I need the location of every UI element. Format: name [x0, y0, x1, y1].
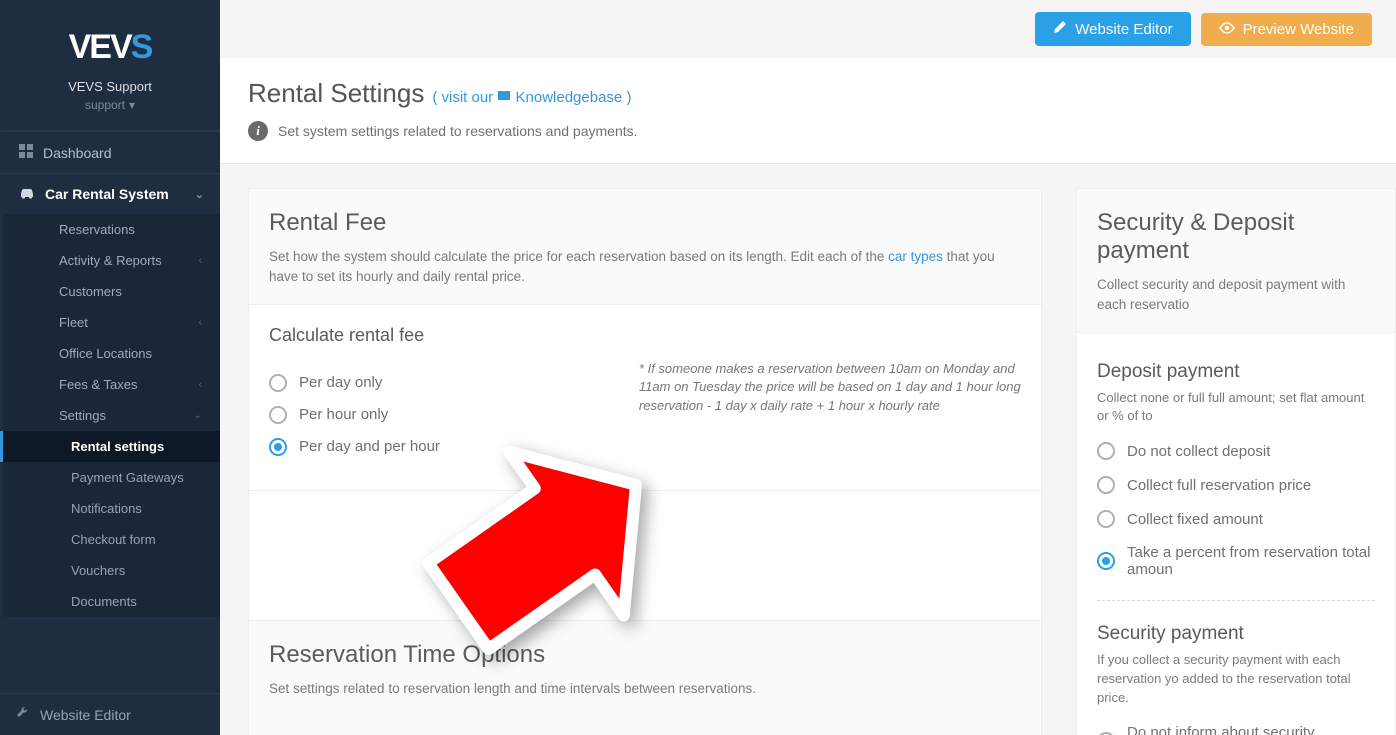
- main-nav: Dashboard Car Rental System ⌄ Reservatio…: [0, 131, 220, 617]
- nav-notifications[interactable]: Notifications: [3, 493, 220, 524]
- chevron-down-icon: ⌄: [194, 410, 202, 421]
- nav-vouchers[interactable]: Vouchers: [3, 555, 220, 586]
- knowledgebase-link[interactable]: Knowledgebase: [516, 89, 627, 106]
- nav-website-editor[interactable]: Website Editor: [0, 694, 220, 735]
- nav-rental-settings[interactable]: Rental settings: [3, 431, 220, 462]
- radio-icon: [269, 438, 287, 456]
- radio-icon: [269, 374, 287, 392]
- radio-per-hour[interactable]: Per hour only: [269, 406, 615, 424]
- security-payment-title: Security payment: [1097, 623, 1375, 645]
- security-heading: Security & Deposit payment: [1097, 209, 1375, 265]
- nav-fees[interactable]: Fees & Taxes‹: [3, 369, 220, 400]
- radio-deposit-fixed[interactable]: Collect fixed amount: [1097, 510, 1375, 528]
- nav-activity[interactable]: Activity & Reports‹: [3, 245, 220, 276]
- radio-deposit-full[interactable]: Collect full reservation price: [1097, 476, 1375, 494]
- nav-dashboard[interactable]: Dashboard: [3, 132, 220, 173]
- security-desc: Collect security and deposit payment wit…: [1097, 275, 1375, 316]
- website-editor-button[interactable]: Website Editor: [1035, 12, 1190, 46]
- radio-per-day-hour[interactable]: Per day and per hour: [269, 438, 615, 456]
- rental-fee-heading: Rental Fee: [269, 209, 1021, 237]
- chevron-down-icon: ⌄: [195, 188, 204, 201]
- book-icon: [497, 89, 515, 106]
- security-payment-desc: If you collect a security payment with e…: [1097, 651, 1375, 708]
- radio-deposit-none[interactable]: Do not collect deposit: [1097, 442, 1375, 460]
- caret-down-icon: ▾: [129, 98, 135, 112]
- deposit-title: Deposit payment: [1097, 361, 1375, 383]
- wrench-icon: [16, 706, 30, 723]
- rental-fee-panel: Rental Fee Set how the system should cal…: [248, 188, 1042, 735]
- security-deposit-panel: Security & Deposit payment Collect secur…: [1076, 188, 1396, 735]
- radio-icon: [269, 406, 287, 424]
- visit-knowledgebase: ( visit our Knowledgebase ): [432, 89, 631, 106]
- time-options-heading: Reservation Time Options: [269, 641, 1021, 669]
- eye-icon: [1219, 21, 1235, 38]
- car-types-link[interactable]: car types: [888, 249, 943, 264]
- page-header: Rental Settings ( visit our Knowledgebas…: [220, 58, 1396, 164]
- nav-office[interactable]: Office Locations: [3, 338, 220, 369]
- radio-security-none[interactable]: Do not inform about security payment: [1097, 724, 1375, 735]
- nav-documents[interactable]: Documents: [3, 586, 220, 617]
- nav-reservations[interactable]: Reservations: [3, 214, 220, 245]
- sidebar: VEVS VEVS Support support ▾ Dashboard Ca…: [0, 0, 220, 735]
- radio-icon: [1097, 552, 1115, 570]
- chevron-left-icon: ‹: [199, 255, 202, 266]
- preview-website-button[interactable]: Preview Website: [1201, 13, 1372, 46]
- pencil-icon: [1053, 20, 1067, 38]
- nav-car-rental-system[interactable]: Car Rental System ⌄: [3, 174, 220, 214]
- deposit-desc: Collect none or full full amount; set fl…: [1097, 389, 1375, 427]
- fee-hint: * If someone makes a reservation between…: [639, 360, 1021, 417]
- nav-checkout[interactable]: Checkout form: [3, 524, 220, 555]
- nav-payment-gateways[interactable]: Payment Gateways: [3, 462, 220, 493]
- time-options-desc: Set settings related to reservation leng…: [269, 679, 1021, 699]
- chevron-left-icon: ‹: [199, 317, 202, 328]
- page-subtitle: Set system settings related to reservati…: [278, 123, 638, 139]
- rental-fee-desc: Set how the system should calculate the …: [269, 247, 1021, 288]
- user-name: VEVS Support: [0, 79, 220, 94]
- user-block: VEVS Support support ▾: [0, 79, 220, 131]
- radio-icon: [1097, 510, 1115, 528]
- nav-customers[interactable]: Customers: [3, 276, 220, 307]
- user-role-dropdown[interactable]: support ▾: [85, 98, 135, 112]
- radio-icon: [1097, 476, 1115, 494]
- sidebar-bottom: Website Editor: [0, 693, 220, 735]
- brand-logo: VEVS: [0, 0, 220, 79]
- info-icon: i: [248, 121, 268, 141]
- radio-per-day[interactable]: Per day only: [269, 374, 615, 392]
- radio-icon: [1097, 442, 1115, 460]
- nav-fleet[interactable]: Fleet‹: [3, 307, 220, 338]
- divider: [1097, 600, 1375, 601]
- nav-settings[interactable]: Settings⌄: [3, 400, 220, 431]
- calculate-fee-title: Calculate rental fee: [269, 325, 1021, 346]
- car-icon: [19, 186, 35, 202]
- page-title: Rental Settings: [248, 78, 424, 109]
- chevron-left-icon: ‹: [199, 379, 202, 390]
- logo-text: VEVS: [69, 28, 152, 66]
- grid-icon: [19, 144, 33, 161]
- main-area: Website Editor Preview Website Rental Se…: [220, 0, 1396, 735]
- radio-deposit-percent[interactable]: Take a percent from reservation total am…: [1097, 544, 1375, 578]
- topbar: Website Editor Preview Website: [220, 0, 1396, 58]
